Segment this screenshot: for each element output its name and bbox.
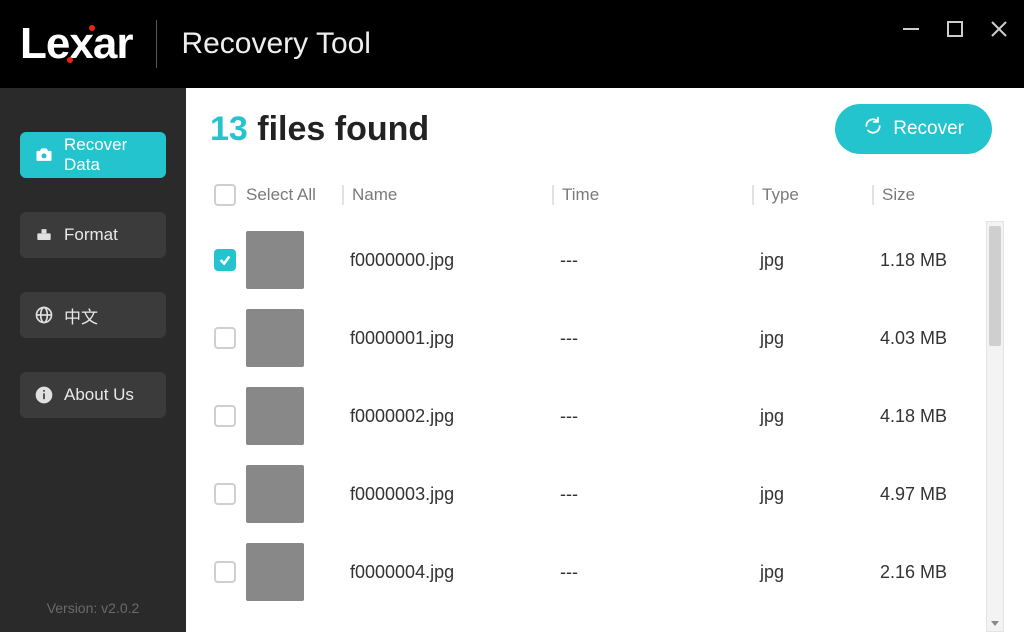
- close-icon[interactable]: [988, 18, 1010, 40]
- table-header: Select All Name Time Type Size: [210, 178, 1004, 221]
- sidebar-item-format[interactable]: Format: [20, 212, 166, 258]
- brand-logo: Lexar: [20, 19, 132, 69]
- sidebar-item-label: 中文: [64, 303, 98, 328]
- column-time[interactable]: Time: [552, 185, 752, 205]
- file-name: f0000003.jpg: [342, 484, 552, 505]
- found-title: 13 files found: [210, 110, 429, 149]
- scrollbar[interactable]: [986, 221, 1004, 632]
- row-checkbox[interactable]: [214, 249, 236, 271]
- brand-text-1: Le: [20, 19, 69, 69]
- file-type: jpg: [752, 250, 872, 271]
- minimize-icon[interactable]: [900, 18, 922, 40]
- app-title: Recovery Tool: [181, 27, 371, 61]
- file-list-wrap: f0000000.jpg---jpg1.18 MBf0000001.jpg---…: [210, 221, 1004, 632]
- file-thumbnail[interactable]: [246, 543, 304, 601]
- row-checkbox[interactable]: [214, 327, 236, 349]
- table-row[interactable]: f0000001.jpg---jpg4.03 MB: [210, 299, 982, 377]
- file-type: jpg: [752, 328, 872, 349]
- maximize-icon[interactable]: [944, 18, 966, 40]
- sidebar-item-language[interactable]: 中文: [20, 292, 166, 338]
- window-controls: [900, 18, 1010, 40]
- file-size: 4.97 MB: [872, 484, 978, 505]
- file-size: 1.18 MB: [872, 250, 978, 271]
- file-time: ---: [552, 484, 752, 505]
- file-list: f0000000.jpg---jpg1.18 MBf0000001.jpg---…: [210, 221, 982, 632]
- file-type: jpg: [752, 406, 872, 427]
- main-header: 13 files found Recover: [210, 104, 1004, 154]
- sidebar-item-label: Recover Data: [64, 135, 152, 175]
- recover-button-label: Recover: [893, 118, 964, 140]
- file-type: jpg: [752, 562, 872, 583]
- title-bar: Lexar Recovery Tool: [0, 0, 1024, 88]
- drive-icon: [34, 225, 54, 245]
- file-name: f0000001.jpg: [342, 328, 552, 349]
- row-checkbox[interactable]: [214, 483, 236, 505]
- title-divider: [156, 20, 157, 68]
- column-name[interactable]: Name: [342, 185, 552, 205]
- column-select-all[interactable]: Select All: [246, 185, 342, 205]
- sidebar-item-label: About Us: [64, 385, 134, 405]
- found-suffix: files found: [257, 110, 429, 148]
- sidebar-item-about-us[interactable]: About Us: [20, 372, 166, 418]
- file-name: f0000004.jpg: [342, 562, 552, 583]
- found-count: 13: [210, 110, 248, 148]
- info-icon: [34, 385, 54, 405]
- file-thumbnail[interactable]: [246, 387, 304, 445]
- sidebar-item-recover-data[interactable]: Recover Data: [20, 132, 166, 178]
- row-checkbox[interactable]: [214, 405, 236, 427]
- column-type[interactable]: Type: [752, 185, 872, 205]
- select-all-checkbox[interactable]: [214, 184, 236, 206]
- camera-refresh-icon: [34, 145, 54, 165]
- globe-icon: [34, 305, 54, 325]
- file-size: 4.03 MB: [872, 328, 978, 349]
- refresh-icon: [863, 116, 883, 142]
- column-size[interactable]: Size: [872, 185, 1000, 205]
- table-row[interactable]: f0000002.jpg---jpg4.18 MB: [210, 377, 982, 455]
- file-time: ---: [552, 406, 752, 427]
- sidebar: Recover Data Format 中文 About Us Version:…: [0, 88, 186, 632]
- file-time: ---: [552, 562, 752, 583]
- file-thumbnail[interactable]: [246, 465, 304, 523]
- brand-text-x: x: [69, 19, 92, 69]
- row-checkbox[interactable]: [214, 561, 236, 583]
- brand-text-2: ar: [93, 19, 133, 69]
- file-type: jpg: [752, 484, 872, 505]
- file-name: f0000000.jpg: [342, 250, 552, 271]
- file-thumbnail[interactable]: [246, 231, 304, 289]
- file-name: f0000002.jpg: [342, 406, 552, 427]
- file-time: ---: [552, 250, 752, 271]
- file-thumbnail[interactable]: [246, 309, 304, 367]
- scroll-down-icon[interactable]: [987, 615, 1003, 631]
- scrollbar-thumb[interactable]: [989, 226, 1001, 346]
- table-row[interactable]: f0000000.jpg---jpg1.18 MB: [210, 221, 982, 299]
- recover-button[interactable]: Recover: [835, 104, 992, 154]
- main-panel: 13 files found Recover Select All Name T…: [186, 88, 1024, 632]
- table-row[interactable]: f0000003.jpg---jpg4.97 MB: [210, 455, 982, 533]
- file-size: 2.16 MB: [872, 562, 978, 583]
- table-row[interactable]: f0000004.jpg---jpg2.16 MB: [210, 533, 982, 611]
- file-time: ---: [552, 328, 752, 349]
- sidebar-item-label: Format: [64, 225, 118, 245]
- file-size: 4.18 MB: [872, 406, 978, 427]
- version-label: Version: v2.0.2: [0, 600, 186, 616]
